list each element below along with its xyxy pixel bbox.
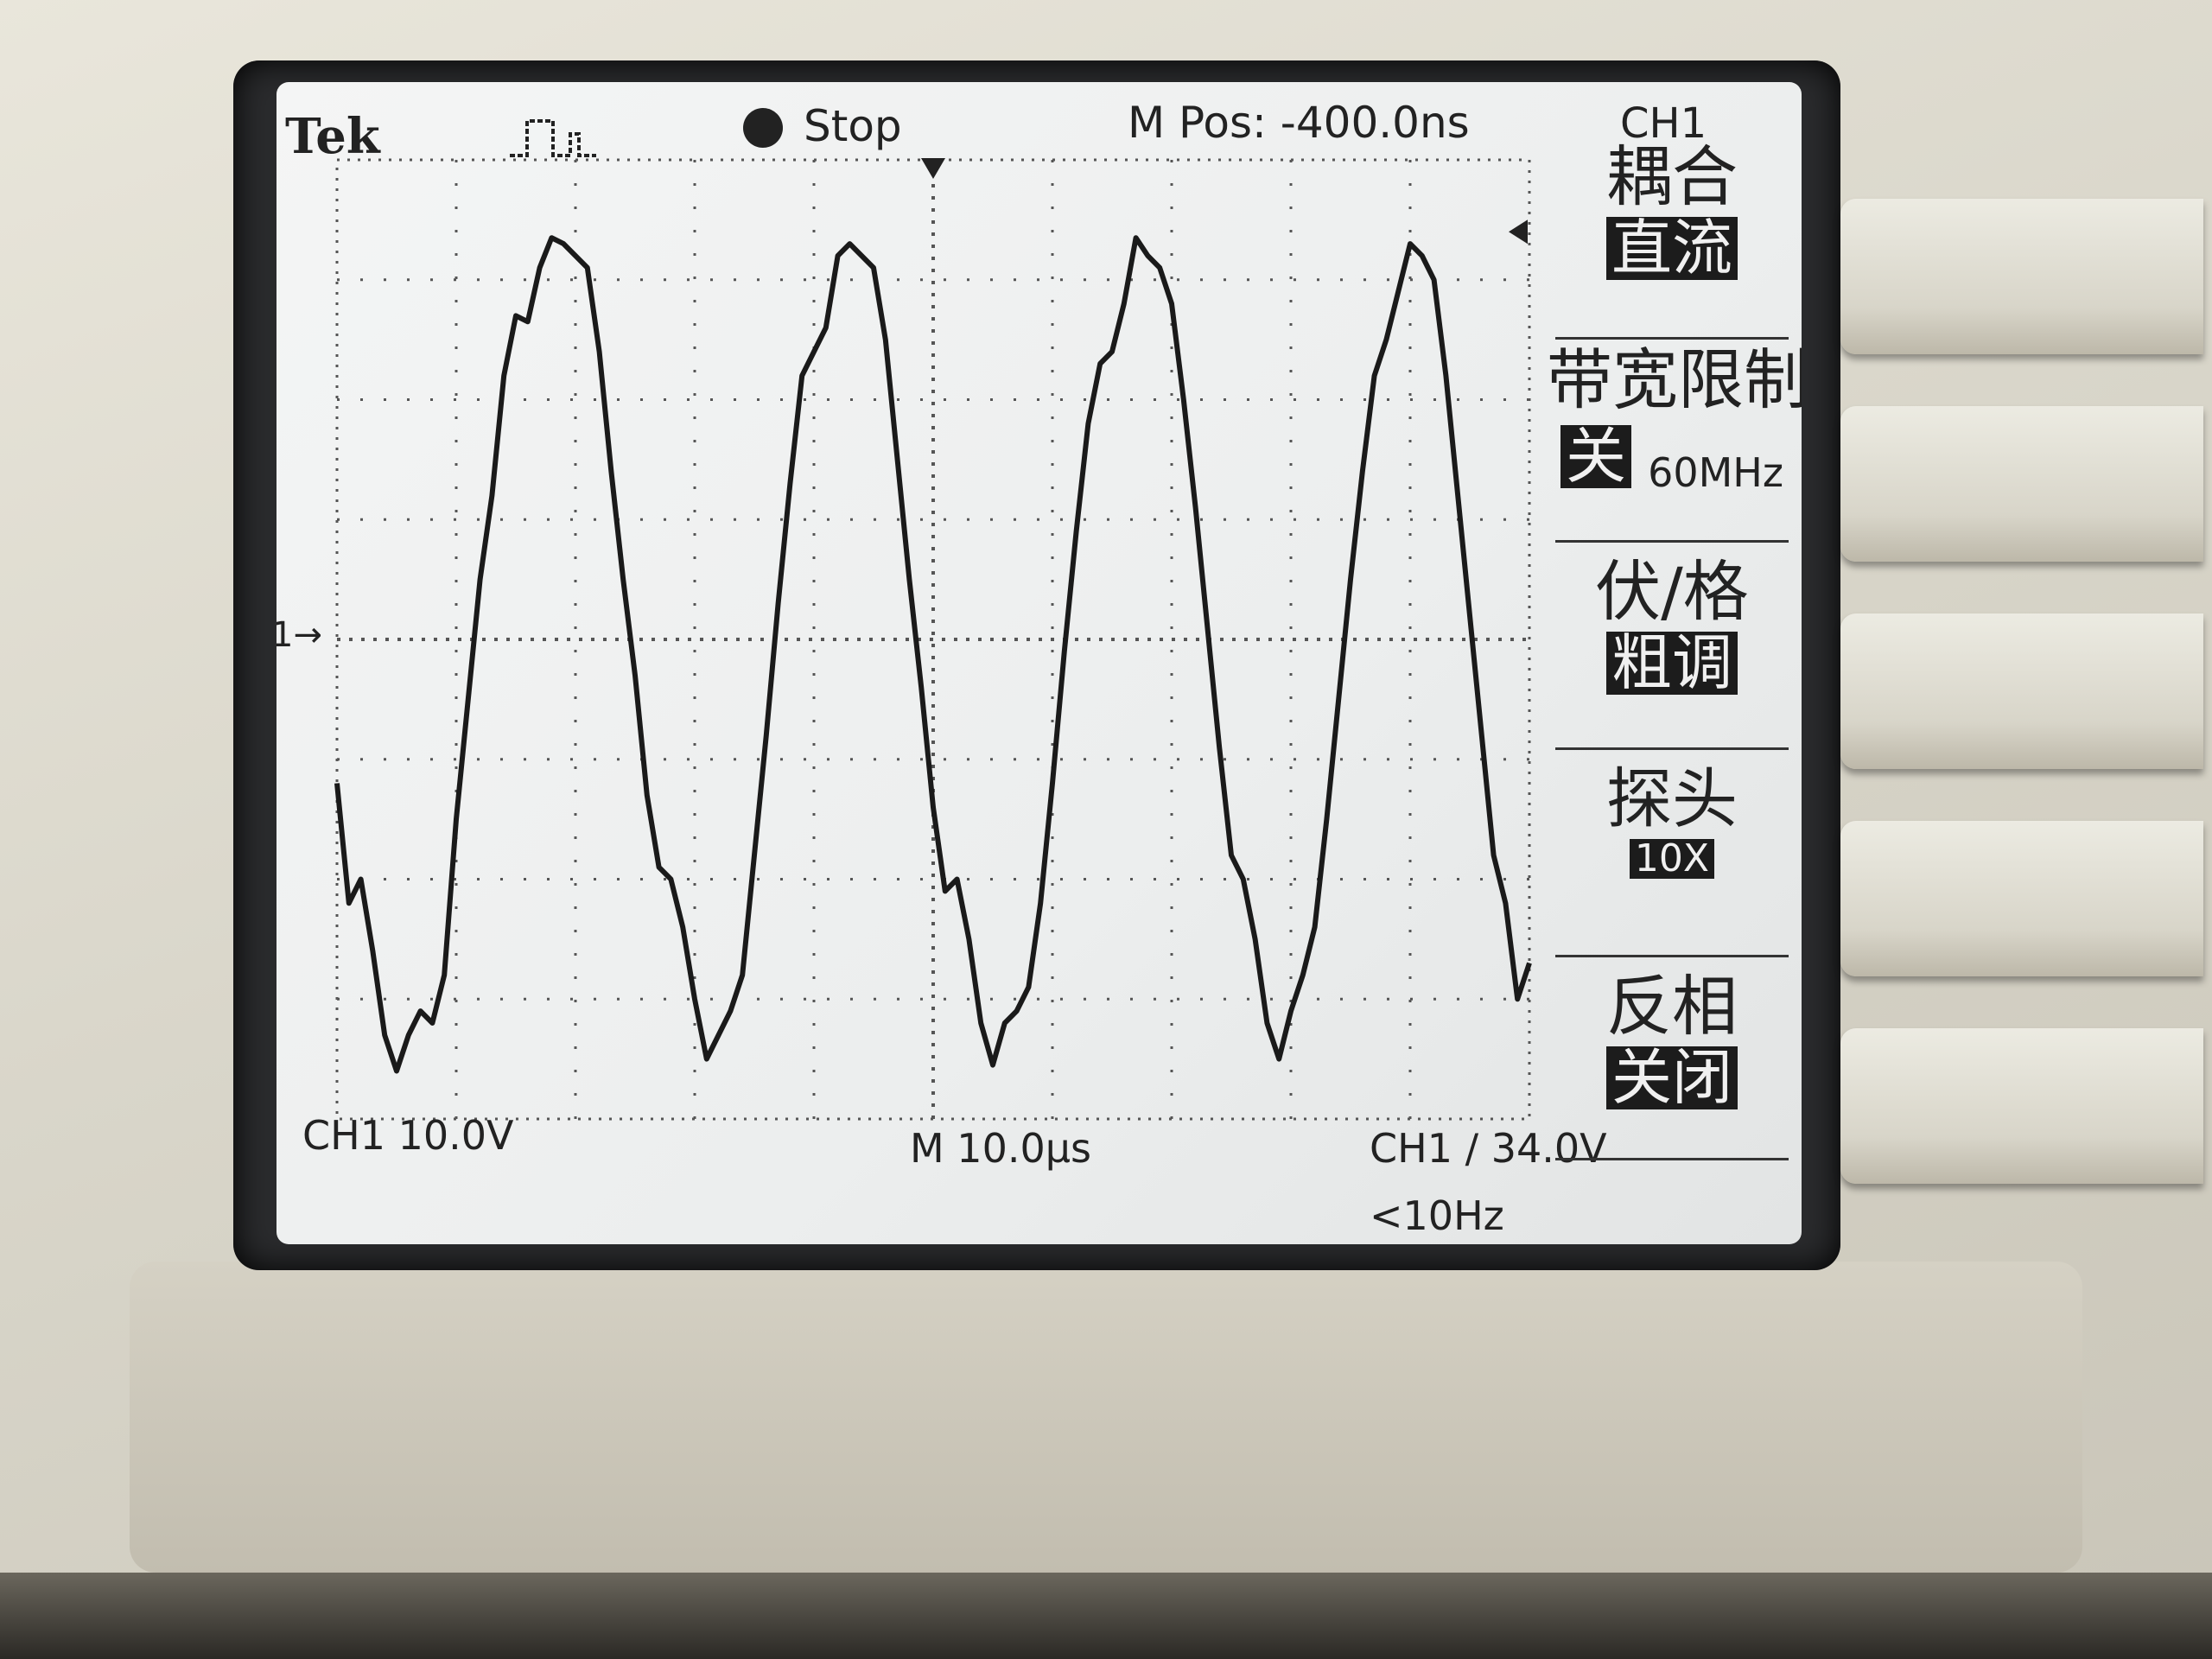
menu-divider [1555,955,1789,957]
desk-shadow [0,1573,2212,1659]
menu-coupling[interactable]: 耦合 直流 [1547,138,1797,281]
menu-probe[interactable]: 探头 10X [1547,765,1797,879]
menu-divider [1555,747,1789,750]
oscilloscope-screen: Tek Stop M Pos: -400.0ns CH1 1→ CH1 10.0… [276,82,1802,1244]
ch1-waveform [334,235,1532,1074]
horizontal-position-readout: M Pos: -400.0ns [1128,98,1470,148]
menu-button-5[interactable] [1840,1028,2203,1184]
menu-bandwidth-limit: 60MHz [1648,449,1784,497]
bezel-lower-lip [130,1262,2082,1573]
trigger-frequency-readout: <10Hz [1370,1192,1504,1239]
menu-invert[interactable]: 反相 关闭 [1547,968,1797,1110]
trigger-position-arrow-icon [921,158,945,179]
menu-volts-div-value: 粗调 [1606,631,1738,696]
menu-bandwidth-title: 带宽限制 [1547,341,1802,418]
channel-menu: 耦合 直流 带宽限制 关 60MHz 伏/格 粗调 探头 10X 反相 关闭 [1547,143,1802,1188]
menu-bandwidth-value: 关 [1560,424,1631,489]
menu-probe-title: 探头 [1606,760,1738,837]
menu-button-2[interactable] [1840,406,2203,562]
menu-volts-div[interactable]: 伏/格 粗调 [1547,553,1797,696]
waveform-graticule [334,158,1532,1121]
menu-divider [1555,1158,1789,1160]
ch1-ground-marker: 1→ [276,615,322,655]
menu-button-3[interactable] [1840,613,2203,769]
menu-probe-value: 10X [1629,838,1715,879]
menu-invert-title: 反相 [1606,968,1738,1045]
menu-coupling-value: 直流 [1606,216,1738,281]
run-status: Stop [804,101,902,151]
menu-coupling-title: 耦合 [1606,138,1738,215]
menu-invert-value: 关闭 [1606,1046,1738,1110]
menu-bandwidth[interactable]: 带宽限制 关 60MHz [1547,341,1802,497]
ch1-volts-per-div: CH1 10.0V [302,1112,514,1159]
trigger-level-arrow-icon [1509,219,1528,245]
menu-volts-div-title: 伏/格 [1595,553,1749,630]
menu-button-1[interactable] [1840,199,2203,354]
menu-divider [1555,337,1789,340]
menu-divider [1555,540,1789,543]
menu-button-column [1840,199,2212,1313]
grid [335,158,1531,1121]
timebase-readout: M 10.0µs [910,1125,1091,1172]
run-state-indicator-icon [743,108,783,148]
menu-button-4[interactable] [1840,821,2203,976]
